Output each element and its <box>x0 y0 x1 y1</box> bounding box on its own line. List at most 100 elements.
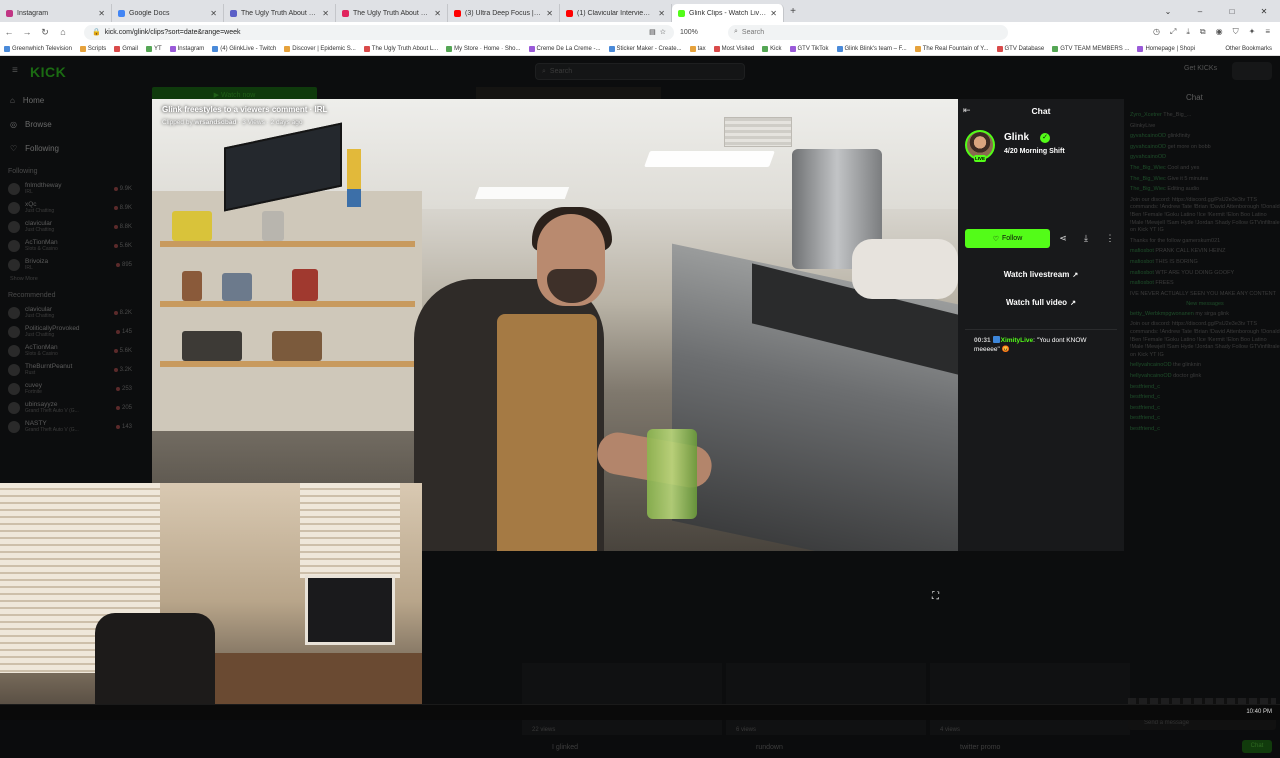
clip-title[interactable]: I glinked <box>552 744 578 751</box>
bookmark-item[interactable]: Glink Blink's team – F... <box>833 45 911 52</box>
bookmark-star-icon[interactable]: ☆ <box>660 28 666 36</box>
kick-logo[interactable]: KICK <box>30 64 66 80</box>
sidebar-channel[interactable]: TheBurntPeanut Rust 3.2K <box>0 360 140 379</box>
nav-home[interactable]: ⌂ Home <box>0 88 140 112</box>
watch-full-video-link[interactable]: Watch full video ↗ <box>958 298 1124 307</box>
account-icon[interactable]: ◉ <box>1216 27 1223 37</box>
bookmark-item[interactable]: Gmail <box>110 45 142 52</box>
bookmark-favicon-icon <box>713 45 720 52</box>
new-tab-button[interactable]: + <box>784 6 802 17</box>
clip-thumbnail[interactable] <box>726 663 926 735</box>
hamburger-menu-icon[interactable]: ≡ <box>12 65 18 76</box>
bookmark-item[interactable]: GTV Database <box>993 45 1049 52</box>
menu-icon[interactable]: ≡ <box>1265 27 1270 37</box>
message-username[interactable]: XimityLive <box>1001 337 1034 344</box>
chevron-down-icon[interactable]: ⌄ <box>1152 7 1184 16</box>
close-tab-icon[interactable]: ✕ <box>658 9 665 18</box>
sidebar-channel[interactable]: xQc Just Chatting 8.9K <box>0 198 140 217</box>
url-text[interactable]: kick.com/glink/clips?sort=date&range=wee… <box>105 29 645 36</box>
browser-tab[interactable]: Google Docs ✕ <box>112 4 224 22</box>
fullscreen-icon[interactable]: ⛶ <box>929 590 942 603</box>
search-input[interactable]: ⌕ Search <box>728 24 1008 40</box>
browser-tab[interactable]: (3) Ultra Deep Focus | 40Hz Gar✕ <box>448 4 560 22</box>
more-options-icon[interactable]: ⋮ <box>1101 229 1119 248</box>
reload-icon[interactable]: ↻ <box>36 27 54 38</box>
kick-search-input[interactable]: ⌕ Search <box>535 63 745 80</box>
close-tab-icon[interactable]: ✕ <box>322 9 329 18</box>
history-icon[interactable]: ◷ <box>1153 27 1160 37</box>
sidebar-channel[interactable]: Brivoiza IRL 895 <box>0 255 140 274</box>
browser-tab[interactable]: (1) Clavicular Interview - YouTub✕ <box>560 4 672 22</box>
bookmark-item[interactable]: GTV TEAM MEMBERS ... <box>1048 45 1133 52</box>
minimize-button[interactable]: – <box>1184 7 1216 16</box>
bookmark-item[interactable]: Kick <box>758 45 785 52</box>
sidebar-channel[interactable]: clavicular Just Chatting 8.8K <box>0 217 140 236</box>
bookmark-item[interactable]: Discover | Epidemic S... <box>280 45 360 52</box>
bookmark-item[interactable]: YT <box>142 45 166 52</box>
close-tab-icon[interactable]: ✕ <box>434 9 441 18</box>
bookmark-item[interactable]: The Ugly Truth About L... <box>360 45 442 52</box>
reader-icon[interactable]: ▤ <box>649 28 656 36</box>
sidebar-channel[interactable]: clavicular Just Chatting 8.2K <box>0 303 140 322</box>
screenshot-icon[interactable]: ⤢ <box>1170 27 1176 37</box>
back-arrow-icon[interactable]: ← <box>0 27 18 37</box>
extensions-icon[interactable]: ⧉ <box>1200 27 1206 37</box>
share-icon[interactable]: ⋖ <box>1054 229 1072 248</box>
browser-tab[interactable]: The Ugly Truth About Lookismo✕ <box>336 4 448 22</box>
clip-thumbnail[interactable] <box>930 663 1130 735</box>
sidebar-channel[interactable]: PoliticallyProvoked Just Chatting 145 <box>0 322 140 341</box>
sidebar-channel[interactable]: cuvey Fortnite 253 <box>0 379 140 398</box>
get-kicks-button[interactable] <box>1232 62 1272 80</box>
viewer-count-value: 5.6K <box>119 347 132 354</box>
bookmark-item[interactable]: (4) GlinkLive - Twitch <box>208 45 280 52</box>
sidebar-channel[interactable]: AcTionMan Slots & Casino 5.6K <box>0 341 140 360</box>
close-window-button[interactable]: ✕ <box>1248 7 1280 16</box>
clip-thumbnail[interactable] <box>522 663 722 735</box>
clip-title[interactable]: twitter promo <box>960 744 1000 751</box>
shield-icon[interactable]: ⛉ <box>1233 27 1239 37</box>
bookmark-item[interactable]: Most Visited <box>710 45 759 52</box>
download-icon[interactable]: ⤓ <box>1077 229 1095 248</box>
close-tab-icon[interactable]: ✕ <box>210 9 217 18</box>
search-icon: ⌕ <box>734 28 738 35</box>
bookmark-item[interactable]: GTV TikTok <box>786 45 833 52</box>
other-bookmarks[interactable]: Other Bookmarks <box>1221 46 1280 52</box>
maximize-button[interactable]: □ <box>1216 7 1248 16</box>
sidebar-channel[interactable]: ubinsayyze Grand Theft Auto V (G... 205 <box>0 398 140 417</box>
browser-tab[interactable]: Instagram ✕ <box>0 4 112 22</box>
bookmark-item[interactable]: My Store · Home · Sho... <box>442 45 524 52</box>
bookmark-item[interactable]: Instagram <box>166 45 209 52</box>
bookmark-item[interactable]: Creme De La Creme -... <box>525 45 605 52</box>
forward-arrow-icon[interactable]: → <box>18 27 36 37</box>
nav-following[interactable]: ♡ Following <box>0 136 140 160</box>
browser-tab[interactable]: The Ugly Truth About Lookismo✕ <box>224 4 336 22</box>
chat-send-button[interactable]: Chat <box>1242 740 1272 753</box>
download-icon[interactable]: ⤓ <box>1186 27 1190 37</box>
bookmark-item[interactable]: tax <box>686 45 710 52</box>
nav-browse[interactable]: ◎ Browse <box>0 112 140 136</box>
bookmark-item[interactable]: Sticker Maker - Create... <box>605 45 686 52</box>
sidebar-channel[interactable]: AcTionMan Slots & Casino 5.6K <box>0 236 140 255</box>
watch-livestream-link[interactable]: Watch livestream ↗ <box>958 270 1124 279</box>
bookmark-item[interactable]: Greenwhich Television <box>0 45 76 52</box>
clipper-name[interactable]: wrsandsdbad <box>195 119 237 126</box>
clip-title[interactable]: rundown <box>756 744 783 751</box>
show-more-link[interactable]: Show More <box>0 274 140 284</box>
bookmark-favicon-icon <box>1137 45 1144 52</box>
close-tab-icon[interactable]: ✕ <box>770 9 777 18</box>
sidebar-channel[interactable]: NASTY Grand Theft Auto V (G... 143 <box>0 417 140 436</box>
streamer-info[interactable]: LIVE Glink ✓ 4/20 Morning Shift <box>965 130 1117 166</box>
puzzle-icon[interactable]: ✦ <box>1249 27 1256 37</box>
follow-button[interactable]: ♡ Follow <box>965 229 1050 248</box>
browser-tab-active[interactable]: Glink Clips - Watch Live on Kick✕ <box>672 4 784 22</box>
close-tab-icon[interactable]: ✕ <box>546 9 553 18</box>
close-tab-icon[interactable]: ✕ <box>98 9 105 18</box>
bookmark-item[interactable]: The Real Fountain of Y... <box>911 45 993 52</box>
bookmark-item[interactable]: Homepage | Shopi <box>1133 45 1199 52</box>
bookmark-item[interactable]: Scripts <box>76 45 110 52</box>
streamer-name[interactable]: Glink <box>1004 132 1029 143</box>
sidebar-channel[interactable]: fnlmdtheway IRL 9.9K <box>0 179 140 198</box>
address-bar[interactable]: 🔒 kick.com/glink/clips?sort=date&range=w… <box>84 24 674 40</box>
zoom-level[interactable]: 100% <box>680 29 720 36</box>
home-icon[interactable]: ⌂ <box>54 27 72 37</box>
